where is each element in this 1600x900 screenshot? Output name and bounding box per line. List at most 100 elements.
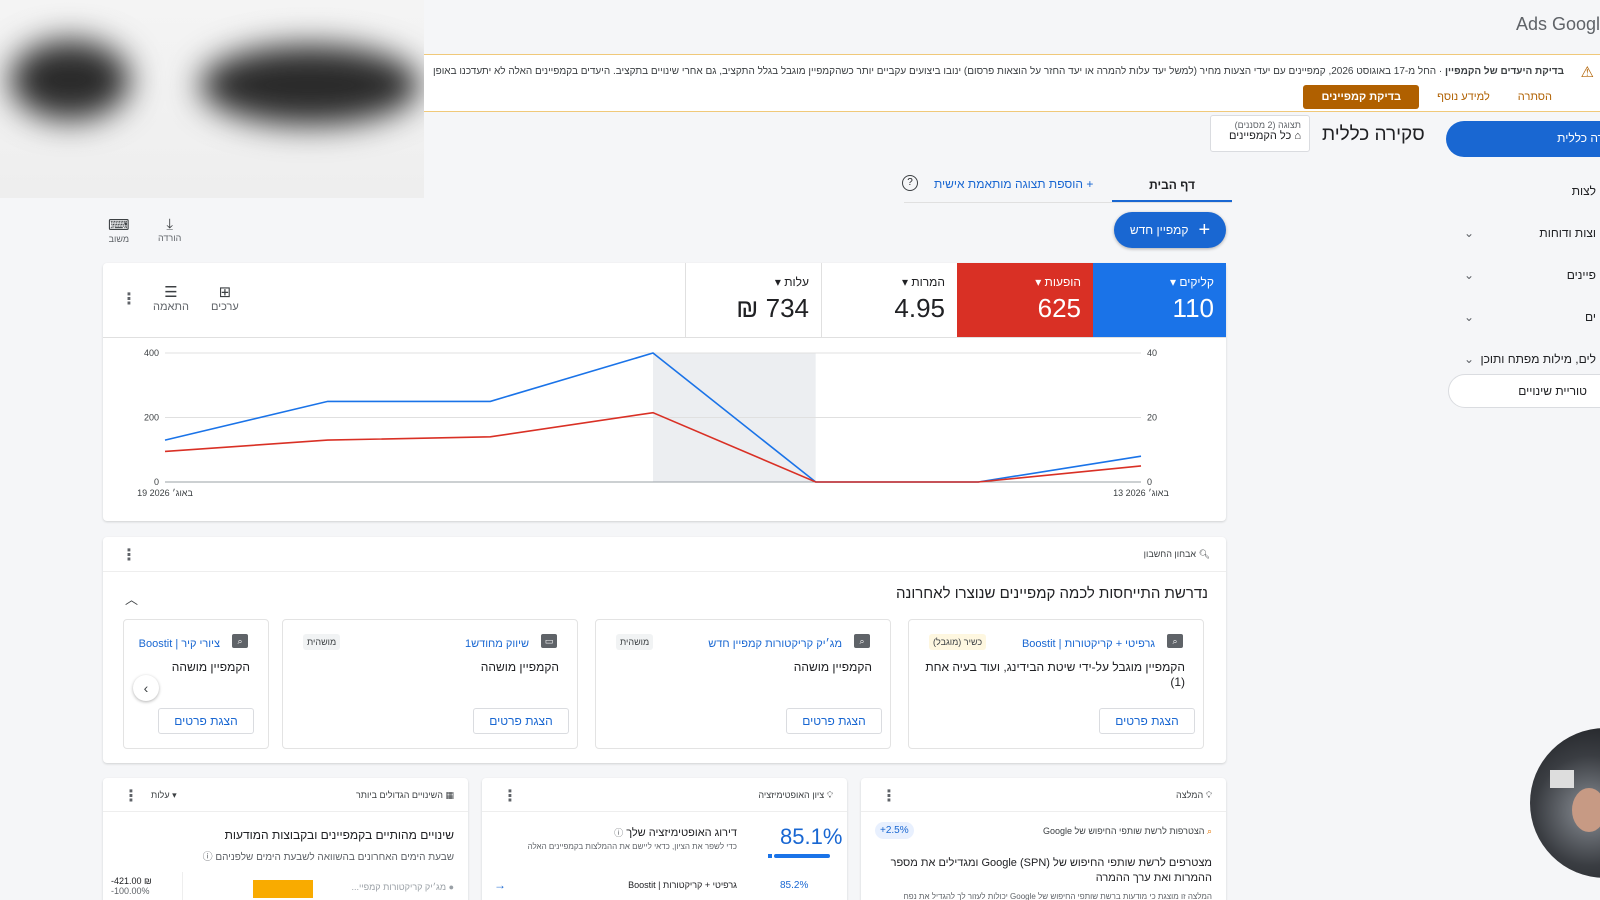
chevron-up-icon[interactable]: ︿ xyxy=(125,589,138,608)
nav-item-insights[interactable]: ⌄ וצות ודוחות xyxy=(1446,212,1600,254)
campaign-status: הקמפיין מוגבל על-ידי שיטת הבידינג, ועוד … xyxy=(925,660,1185,689)
view-details-button[interactable]: הצגת פרטים xyxy=(158,708,254,734)
blurred-region xyxy=(0,0,424,198)
more-icon[interactable]: ⋮ xyxy=(123,786,139,806)
help-icon[interactable]: ? xyxy=(902,175,918,191)
more-icon[interactable]: ⋮ xyxy=(502,786,518,806)
campaign-dot-icon: ● xyxy=(448,882,454,892)
help-icon[interactable]: ⓘ xyxy=(614,828,623,838)
nav-item-recommendations[interactable]: לצות xyxy=(1446,170,1600,212)
scope-label: תצוגה (2 מסננים) xyxy=(1234,120,1301,130)
sidebar: לצות ⌄ וצות ודוחות ⌄ פיינים ⌄ ים ⌄ לים, מילו… xyxy=(1446,170,1600,380)
rec-subtitle: ⌕ הצטרפות לרשת שותפי החיפוש של Google xyxy=(1042,826,1212,836)
download-icon: ⤓ xyxy=(166,216,173,233)
score-progress-bar xyxy=(768,854,830,858)
nav-item-campaigns[interactable]: ⌄ פיינים xyxy=(1446,254,1600,296)
nav-item-assets[interactable]: ⌄ ים xyxy=(1446,296,1600,338)
card-title: 💡︎ ציון האופטימיזציה xyxy=(758,790,833,800)
change-value: -421.00 ₪ -100.00% xyxy=(103,872,183,900)
status-badge: כשיר (מוגבל) xyxy=(929,634,987,650)
scope-selector[interactable]: תצוגה (2 מסננים) ⌂ כל הקמפיינים xyxy=(1210,115,1310,152)
tab-divider xyxy=(904,202,1232,203)
plus-icon: + xyxy=(1198,219,1211,241)
alert-banner: ⚠ בדיקת היעדים של הקמפיין · החל מ-17 באו… xyxy=(424,54,1600,112)
y-left-tick-label: 200 xyxy=(144,413,159,423)
campaign-link[interactable]: שיווק מחודש1 xyxy=(465,638,529,650)
changes-subtitle: שבעת הימים האחרונים בהשוואה לשבעת הימים … xyxy=(202,852,454,863)
metric-conversions[interactable]: המרות ▾ 4.95 xyxy=(821,263,957,337)
more-icon[interactable]: ⋮ xyxy=(121,289,137,309)
y-left-tick-label: 0 xyxy=(154,477,159,487)
review-campaigns-button[interactable]: בדיקת קמפיינים xyxy=(1303,85,1420,109)
page-title: סקירה כללית xyxy=(1322,124,1425,145)
webcam-overlay xyxy=(1530,728,1600,878)
opt-row-name[interactable]: גרפיטי + קריקטורות | Boostit xyxy=(628,880,737,890)
add-custom-view-tab[interactable]: + הוספת תצוגה מותאמת אישית xyxy=(934,177,1093,191)
search-icon: ⌕ xyxy=(1206,826,1212,836)
card-title: 💡︎ המלצה xyxy=(1175,790,1212,800)
view-details-button[interactable]: הצגת פרטים xyxy=(1099,708,1195,734)
monitor-shape xyxy=(1550,770,1574,788)
performance-chart: 40020004020013 באוג׳ 202619 באוג׳ 2026 xyxy=(137,348,1169,498)
chevron-down-icon: ⌄ xyxy=(1464,268,1475,282)
metric-cost[interactable]: עלות ▾ 734 ₪ xyxy=(685,263,821,337)
nav-overview[interactable]: רה כללית xyxy=(1446,121,1600,157)
progress-marker xyxy=(768,854,772,858)
status-badge: מושהית xyxy=(303,634,341,650)
arrow-right-icon[interactable]: → xyxy=(494,878,506,892)
x-tick-label: 13 באוג׳ 2026 xyxy=(1113,488,1169,498)
campaign-status: הקמפיין מושהה xyxy=(793,660,872,674)
more-icon[interactable]: ⋮ xyxy=(881,786,897,806)
change-row-name[interactable]: ● מג׳יק קריקטורות קמפיי... xyxy=(351,882,454,892)
card-header xyxy=(861,778,1226,812)
rec-footer: המלצה זו מוצגת כי מודעות ברשת שותפי החיפ… xyxy=(903,892,1212,900)
rec-title[interactable]: מצטרפים לרשת שותפי החיפוש של Google (SPN… xyxy=(877,856,1212,886)
feedback-button[interactable]: ⌨ משוב xyxy=(108,216,130,244)
calendar-icon: ▦ xyxy=(445,790,454,800)
biggest-changes-card: ▦ השינויים הגדולים ביותר עלות ▾ ⋮ שינויי… xyxy=(103,778,468,900)
optimization-score-card: 💡︎ ציון האופטימיזציה ⋮ 85.1% דירוג האופט… xyxy=(482,778,847,900)
optimization-score: 85.1% xyxy=(780,824,843,849)
change-history-button[interactable]: טוריית שינויים xyxy=(1448,374,1600,408)
new-campaign-button[interactable]: קמפיין חדש + xyxy=(1114,212,1226,248)
more-icon[interactable]: ⋮ xyxy=(121,545,137,565)
alert-text: בדיקת היעדים של הקמפיין · החל מ-17 באוגו… xyxy=(433,66,1564,77)
tab-home[interactable]: דף הבית xyxy=(1112,173,1232,203)
metric-dropdown[interactable]: עלות ▾ xyxy=(151,790,177,801)
dismiss-button[interactable]: הסתרה xyxy=(1508,87,1562,107)
campaign-status: הקמפיין מושהה xyxy=(171,660,250,674)
learn-more-link[interactable]: למידע נוסף xyxy=(1427,87,1500,107)
y-right-tick-label: 20 xyxy=(1147,413,1157,423)
campaign-status: הקמפיין מושהה xyxy=(480,660,559,674)
campaign-link[interactable]: ציורי קיר | Boostit xyxy=(139,638,220,650)
sliders-icon: ☰ xyxy=(164,284,178,301)
chevron-down-icon: ⌄ xyxy=(1464,352,1475,366)
rec-card: ▭ שיווק מחודש1 מושהית הקמפיין מושהה הצגת… xyxy=(282,619,578,749)
view-details-button[interactable]: הצגת פרטים xyxy=(473,708,569,734)
display-campaign-icon: ▭ xyxy=(541,634,557,648)
campaign-link[interactable]: מג׳יק קריקטורות קמפיין חדש xyxy=(708,638,842,650)
campaign-link[interactable]: גרפיטי + קריקטורות | Boostit xyxy=(1022,638,1155,650)
card-title: ▦ השינויים הגדולים ביותר xyxy=(355,790,454,800)
feedback-icon: ⌨ xyxy=(108,217,130,234)
diagnostics-card: 🔍︎ אבחון החשבון ⋮ נדרשת התייחסות לכמה קמ… xyxy=(103,537,1226,763)
values-button[interactable]: ⊞ ערכים xyxy=(211,283,239,313)
app-logo: Ads Googl xyxy=(1515,14,1600,34)
chart-edit-icon: ⊞ xyxy=(218,284,232,301)
warning-icon: ⚠ xyxy=(1580,64,1594,81)
change-bar xyxy=(253,880,313,898)
rec-card: ⌕ מג׳יק קריקטורות קמפיין חדש מושהית הקמפ… xyxy=(595,619,891,749)
help-icon[interactable]: ⓘ xyxy=(203,852,213,863)
diagnostics-header: 🔍︎ אבחון החשבון xyxy=(1143,549,1210,559)
chevron-left-icon[interactable]: ‹ xyxy=(133,675,159,701)
metric-clicks[interactable]: קליקים ▾ 110 xyxy=(1093,263,1226,337)
lightbulb-icon: 💡︎ xyxy=(1205,790,1212,800)
view-details-button[interactable]: הצגת פרטים xyxy=(786,708,882,734)
adjust-button[interactable]: ☰ התאמה xyxy=(153,283,189,313)
divider xyxy=(103,571,1226,572)
search-campaign-icon: ⌕ xyxy=(1167,634,1183,648)
download-button[interactable]: ⤓ הורדה xyxy=(158,216,181,243)
metric-impressions[interactable]: הופעות ▾ 625 xyxy=(957,263,1093,337)
chevron-down-icon: ⌄ xyxy=(1464,310,1475,324)
opt-row-score: 85.2% xyxy=(780,880,809,891)
